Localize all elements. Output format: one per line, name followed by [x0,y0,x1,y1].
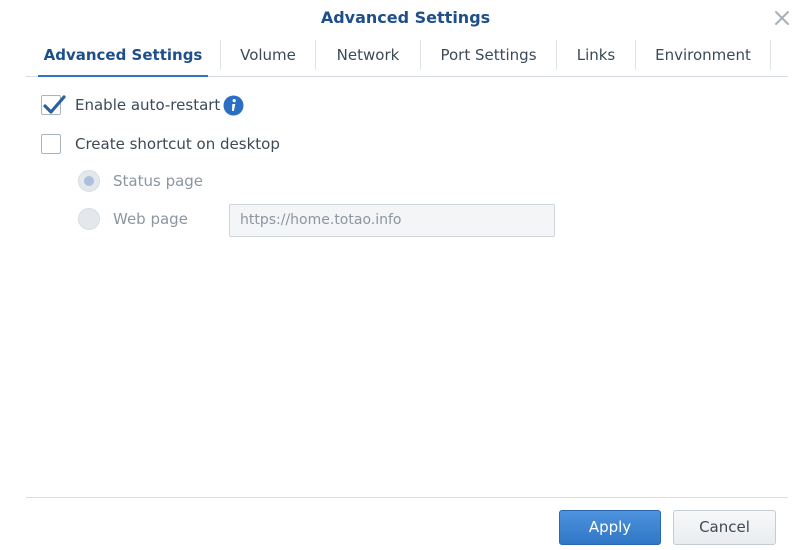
footer-divider [26,497,788,498]
tab-advanced-settings[interactable]: Advanced Settings [26,40,220,77]
advanced-settings-dialog: Advanced Settings Advanced Settings Volu… [0,0,811,550]
desktop-shortcut-label: Create shortcut on desktop [75,135,280,153]
close-icon [775,11,789,25]
desktop-shortcut-checkbox[interactable] [41,134,61,154]
auto-restart-checkbox[interactable] [41,95,66,115]
tab-volume[interactable]: Volume [221,40,315,70]
tab-links[interactable]: Links [557,40,635,70]
tab-environment[interactable]: Environment [636,40,770,70]
auto-restart-label: Enable auto-restart [75,96,221,114]
status-page-radio[interactable] [78,170,100,192]
apply-button[interactable]: Apply [559,510,661,545]
info-icon[interactable] [223,95,244,116]
tab-separator [770,40,771,70]
close-button[interactable] [772,8,792,28]
checkmark-icon [43,95,66,114]
tab-network[interactable]: Network [316,40,420,70]
web-page-radio[interactable] [78,208,100,230]
tab-bar: Advanced Settings Volume Network Port Se… [26,40,788,77]
tab-port-settings[interactable]: Port Settings [421,40,556,70]
cancel-button[interactable]: Cancel [673,510,776,545]
status-page-label: Status page [113,172,204,190]
dialog-title: Advanced Settings [320,8,491,27]
radio-selected-dot [84,176,94,186]
web-page-label: Web page [113,210,188,228]
web-page-url-input[interactable]: https://home.totao.info [229,204,555,237]
title-bar: Advanced Settings [0,0,811,36]
